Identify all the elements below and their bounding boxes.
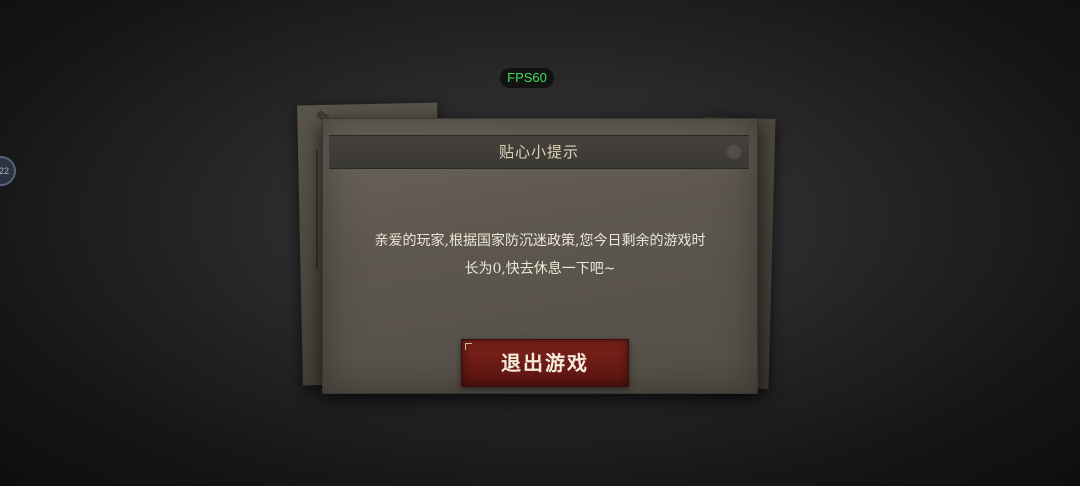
exit-game-button[interactable]: 退出游戏 [461,339,629,387]
dialog-title-bar: 贴心小提示 [329,135,749,169]
paper-thread-decoration [316,150,318,270]
game-screen: FPS60 22 ✎ 贴心小提示 亲爱的玩家,根据国家防沉迷政策,您今日剩余的游… [0,0,1080,486]
ornament-icon [727,145,741,159]
message-line-2: 长为0,快去休息一下吧~ [464,261,616,277]
dialog-message: 亲爱的玩家,根据国家防沉迷政策,您今日剩余的游戏时 长为0,快去休息一下吧~ [343,227,737,283]
anti-addiction-dialog: 贴心小提示 亲爱的玩家,根据国家防沉迷政策,您今日剩余的游戏时 长为0,快去休息… [322,118,758,394]
dialog-title: 贴心小提示 [498,143,579,161]
message-line-1: 亲爱的玩家,根据国家防沉迷政策,您今日剩余的游戏时 [374,233,706,249]
floating-assistant-ball[interactable]: 22 [0,156,16,186]
exit-game-button-label: 退出游戏 [501,351,589,375]
button-corner-ornament-icon [465,343,472,350]
fps-counter: FPS60 [500,68,554,88]
